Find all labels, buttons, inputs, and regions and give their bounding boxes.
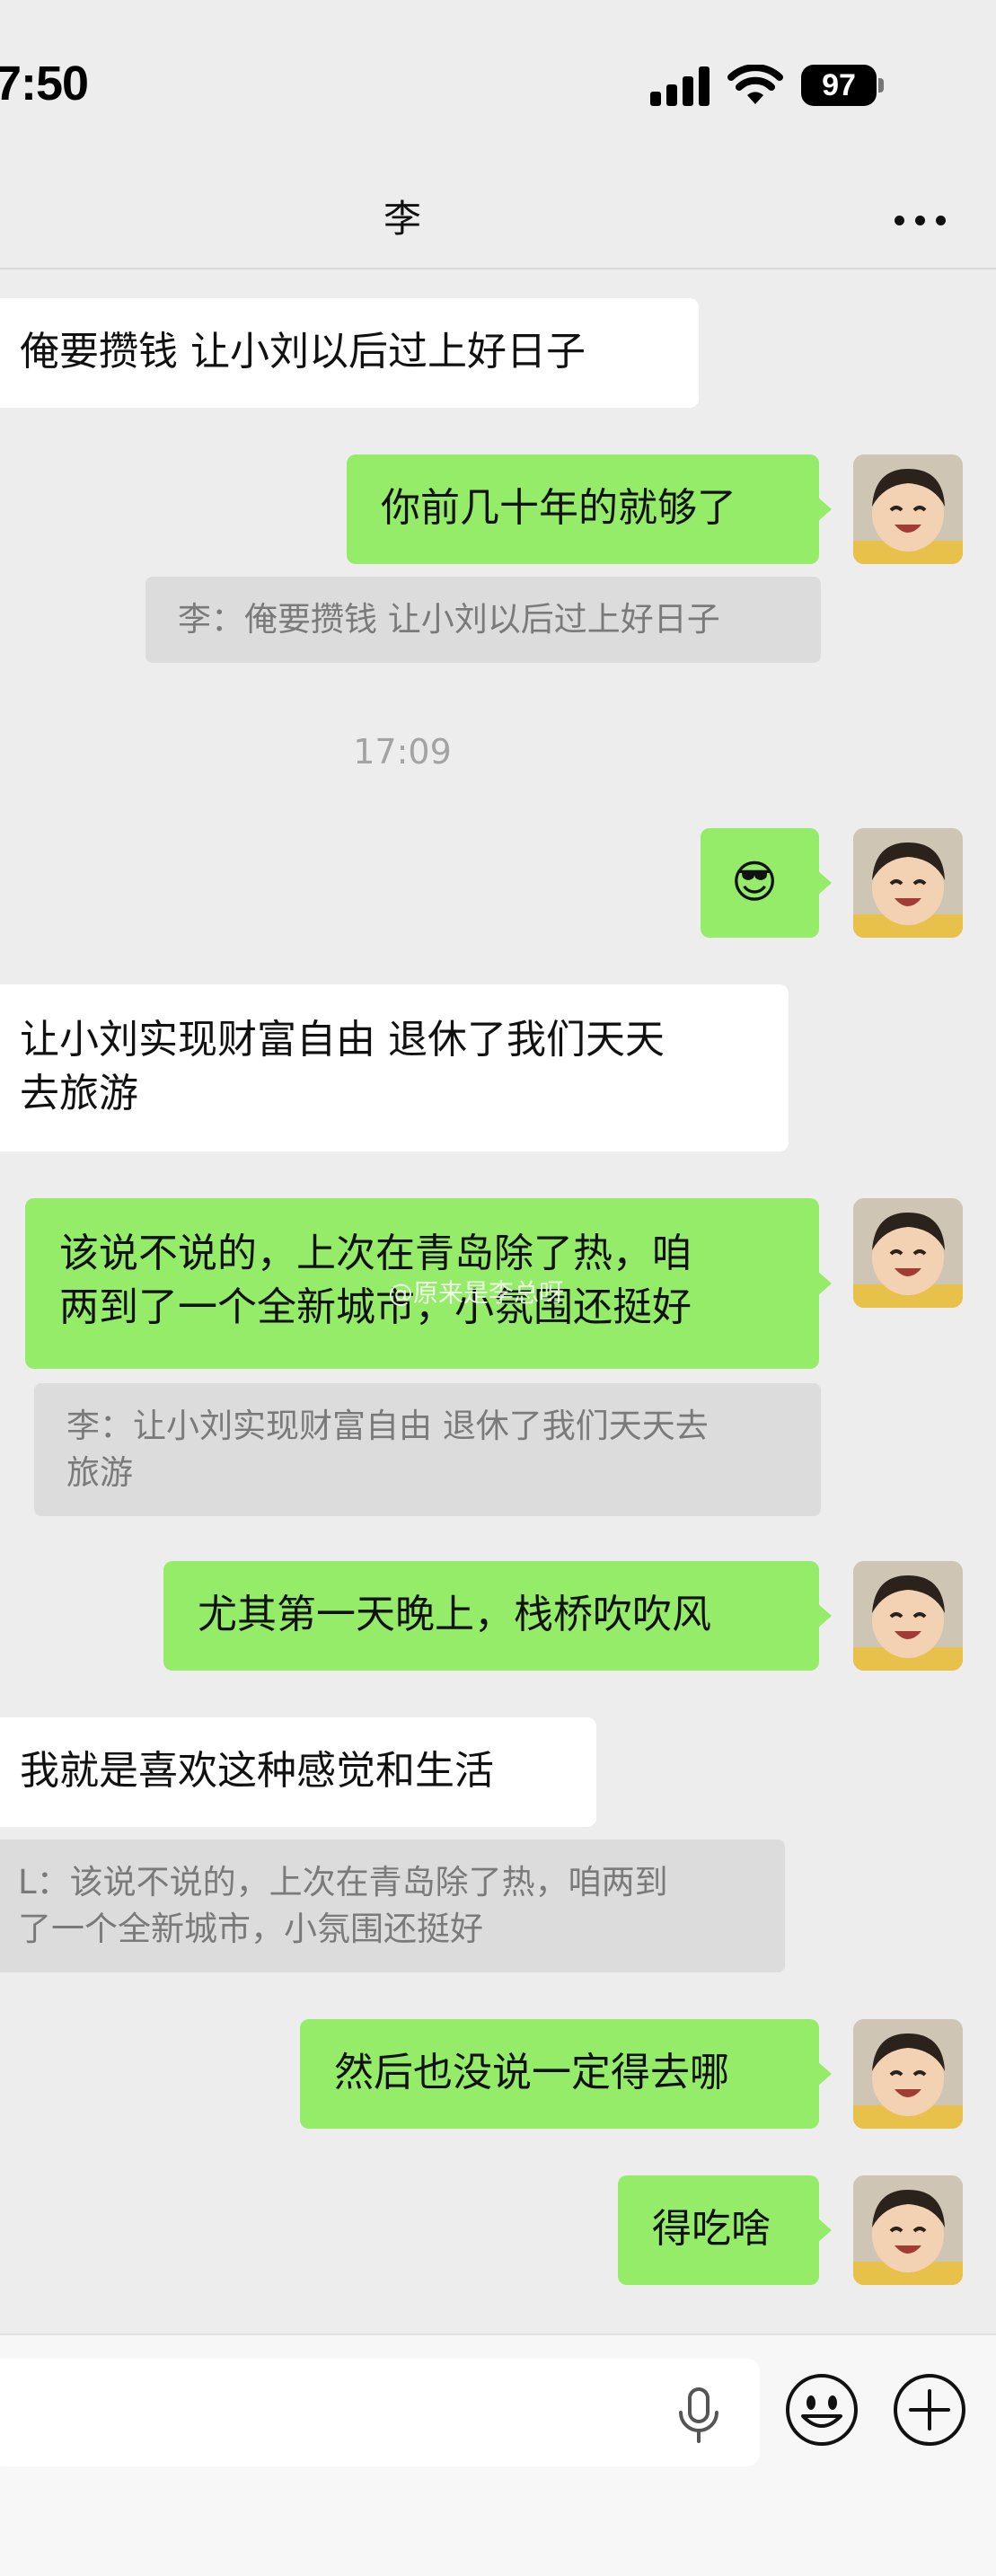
message-text: 你前几十年的就够了 xyxy=(381,485,736,531)
message-text: 我就是喜欢这种感觉和生活 xyxy=(20,1748,494,1794)
message-text: 俺要攒钱 让小刘以后过上好日子 xyxy=(20,329,586,375)
status-time: 7:50 xyxy=(0,57,89,110)
message-text-line: 去旅游 xyxy=(20,1071,138,1116)
quoted-reply[interactable]: 李：俺要攒钱 让小刘以后过上好日子 xyxy=(145,577,821,663)
outgoing-message-bubble[interactable]: 尤其第一天晚上，栈桥吹吹风 xyxy=(163,1561,832,1671)
battery-icon: 97 xyxy=(801,65,884,106)
message-text-line: 该说不说的，上次在青岛除了热，咱 xyxy=(59,1231,692,1276)
more-icon[interactable] xyxy=(889,198,952,243)
avatar[interactable] xyxy=(853,2019,963,2129)
microphone-icon[interactable] xyxy=(672,2386,726,2443)
wifi-icon xyxy=(727,65,783,104)
message-text: 然后也没说一定得去哪 xyxy=(334,2050,729,2095)
message-text-line: 让小刘实现财富自由 退休了我们天天 xyxy=(20,1017,665,1063)
avatar[interactable] xyxy=(853,828,963,938)
message-timestamp: 17:09 xyxy=(353,732,452,772)
quote-text: 李：俺要攒钱 让小刘以后过上好日子 xyxy=(178,600,720,639)
quote-text-line: 李：让小刘实现财富自由 退休了我们天天去 xyxy=(66,1407,709,1445)
outgoing-message-bubble[interactable]: 得吃啥 xyxy=(618,2175,832,2285)
avatar-image xyxy=(853,454,963,564)
emoji-icon[interactable] xyxy=(783,2371,860,2448)
avatar-image xyxy=(853,2175,963,2285)
avatar[interactable] xyxy=(853,1561,963,1671)
outgoing-message-bubble[interactable]: 然后也没说一定得去哪 xyxy=(300,2019,832,2129)
quote-text-line: 了一个全新城市，小氛围还挺好 xyxy=(18,1910,483,1948)
avatar[interactable] xyxy=(853,454,963,564)
avatar-image xyxy=(853,1198,963,1308)
quoted-reply[interactable]: L：该说不说的，上次在青岛除了热，咱两到 了一个全新城市，小氛围还挺好 xyxy=(0,1839,785,1972)
incoming-message-bubble[interactable]: 俺要攒钱 让小刘以后过上好日子 xyxy=(0,298,699,408)
quoted-reply[interactable]: 李：让小刘实现财富自由 退休了我们天天去 旅游 xyxy=(34,1383,821,1516)
signal-icon xyxy=(650,66,711,106)
watermark: @原来是李总呀 xyxy=(388,1278,565,1308)
outgoing-message-bubble[interactable]: 你前几十年的就够了 xyxy=(347,454,832,564)
quote-text-line: 旅游 xyxy=(66,1453,133,1492)
avatar[interactable] xyxy=(853,2175,963,2285)
message-text: 得吃啥 xyxy=(652,2206,771,2252)
chat-title: 李 xyxy=(383,197,421,241)
input-bar xyxy=(0,2333,996,2576)
message-text: 尤其第一天晚上，栈桥吹吹风 xyxy=(198,1592,711,1637)
outgoing-message-bubble[interactable]: 😎 xyxy=(701,828,832,938)
sunglasses-emoji: 😎 xyxy=(731,856,779,908)
plus-icon[interactable] xyxy=(891,2371,968,2448)
chat-screen: 7:50 97 李 俺要攒钱 让小刘以后过上好日子 你前几十年的就够了 李：俺要… xyxy=(0,0,996,2576)
incoming-message-bubble[interactable]: 我就是喜欢这种感觉和生活 xyxy=(0,1717,596,1827)
avatar[interactable] xyxy=(853,1198,963,1308)
message-input[interactable] xyxy=(0,2359,760,2466)
quote-text-line: L：该说不说的，上次在青岛除了热，咱两到 xyxy=(18,1863,668,1901)
battery-level: 97 xyxy=(801,65,877,106)
chat-header: 李 xyxy=(0,171,996,269)
incoming-message-bubble[interactable]: 让小刘实现财富自由 退休了我们天天 去旅游 xyxy=(0,984,789,1151)
avatar-image xyxy=(853,1561,963,1671)
avatar-image xyxy=(853,2019,963,2129)
status-bar: 7:50 97 xyxy=(0,0,996,171)
avatar-image xyxy=(853,828,963,938)
